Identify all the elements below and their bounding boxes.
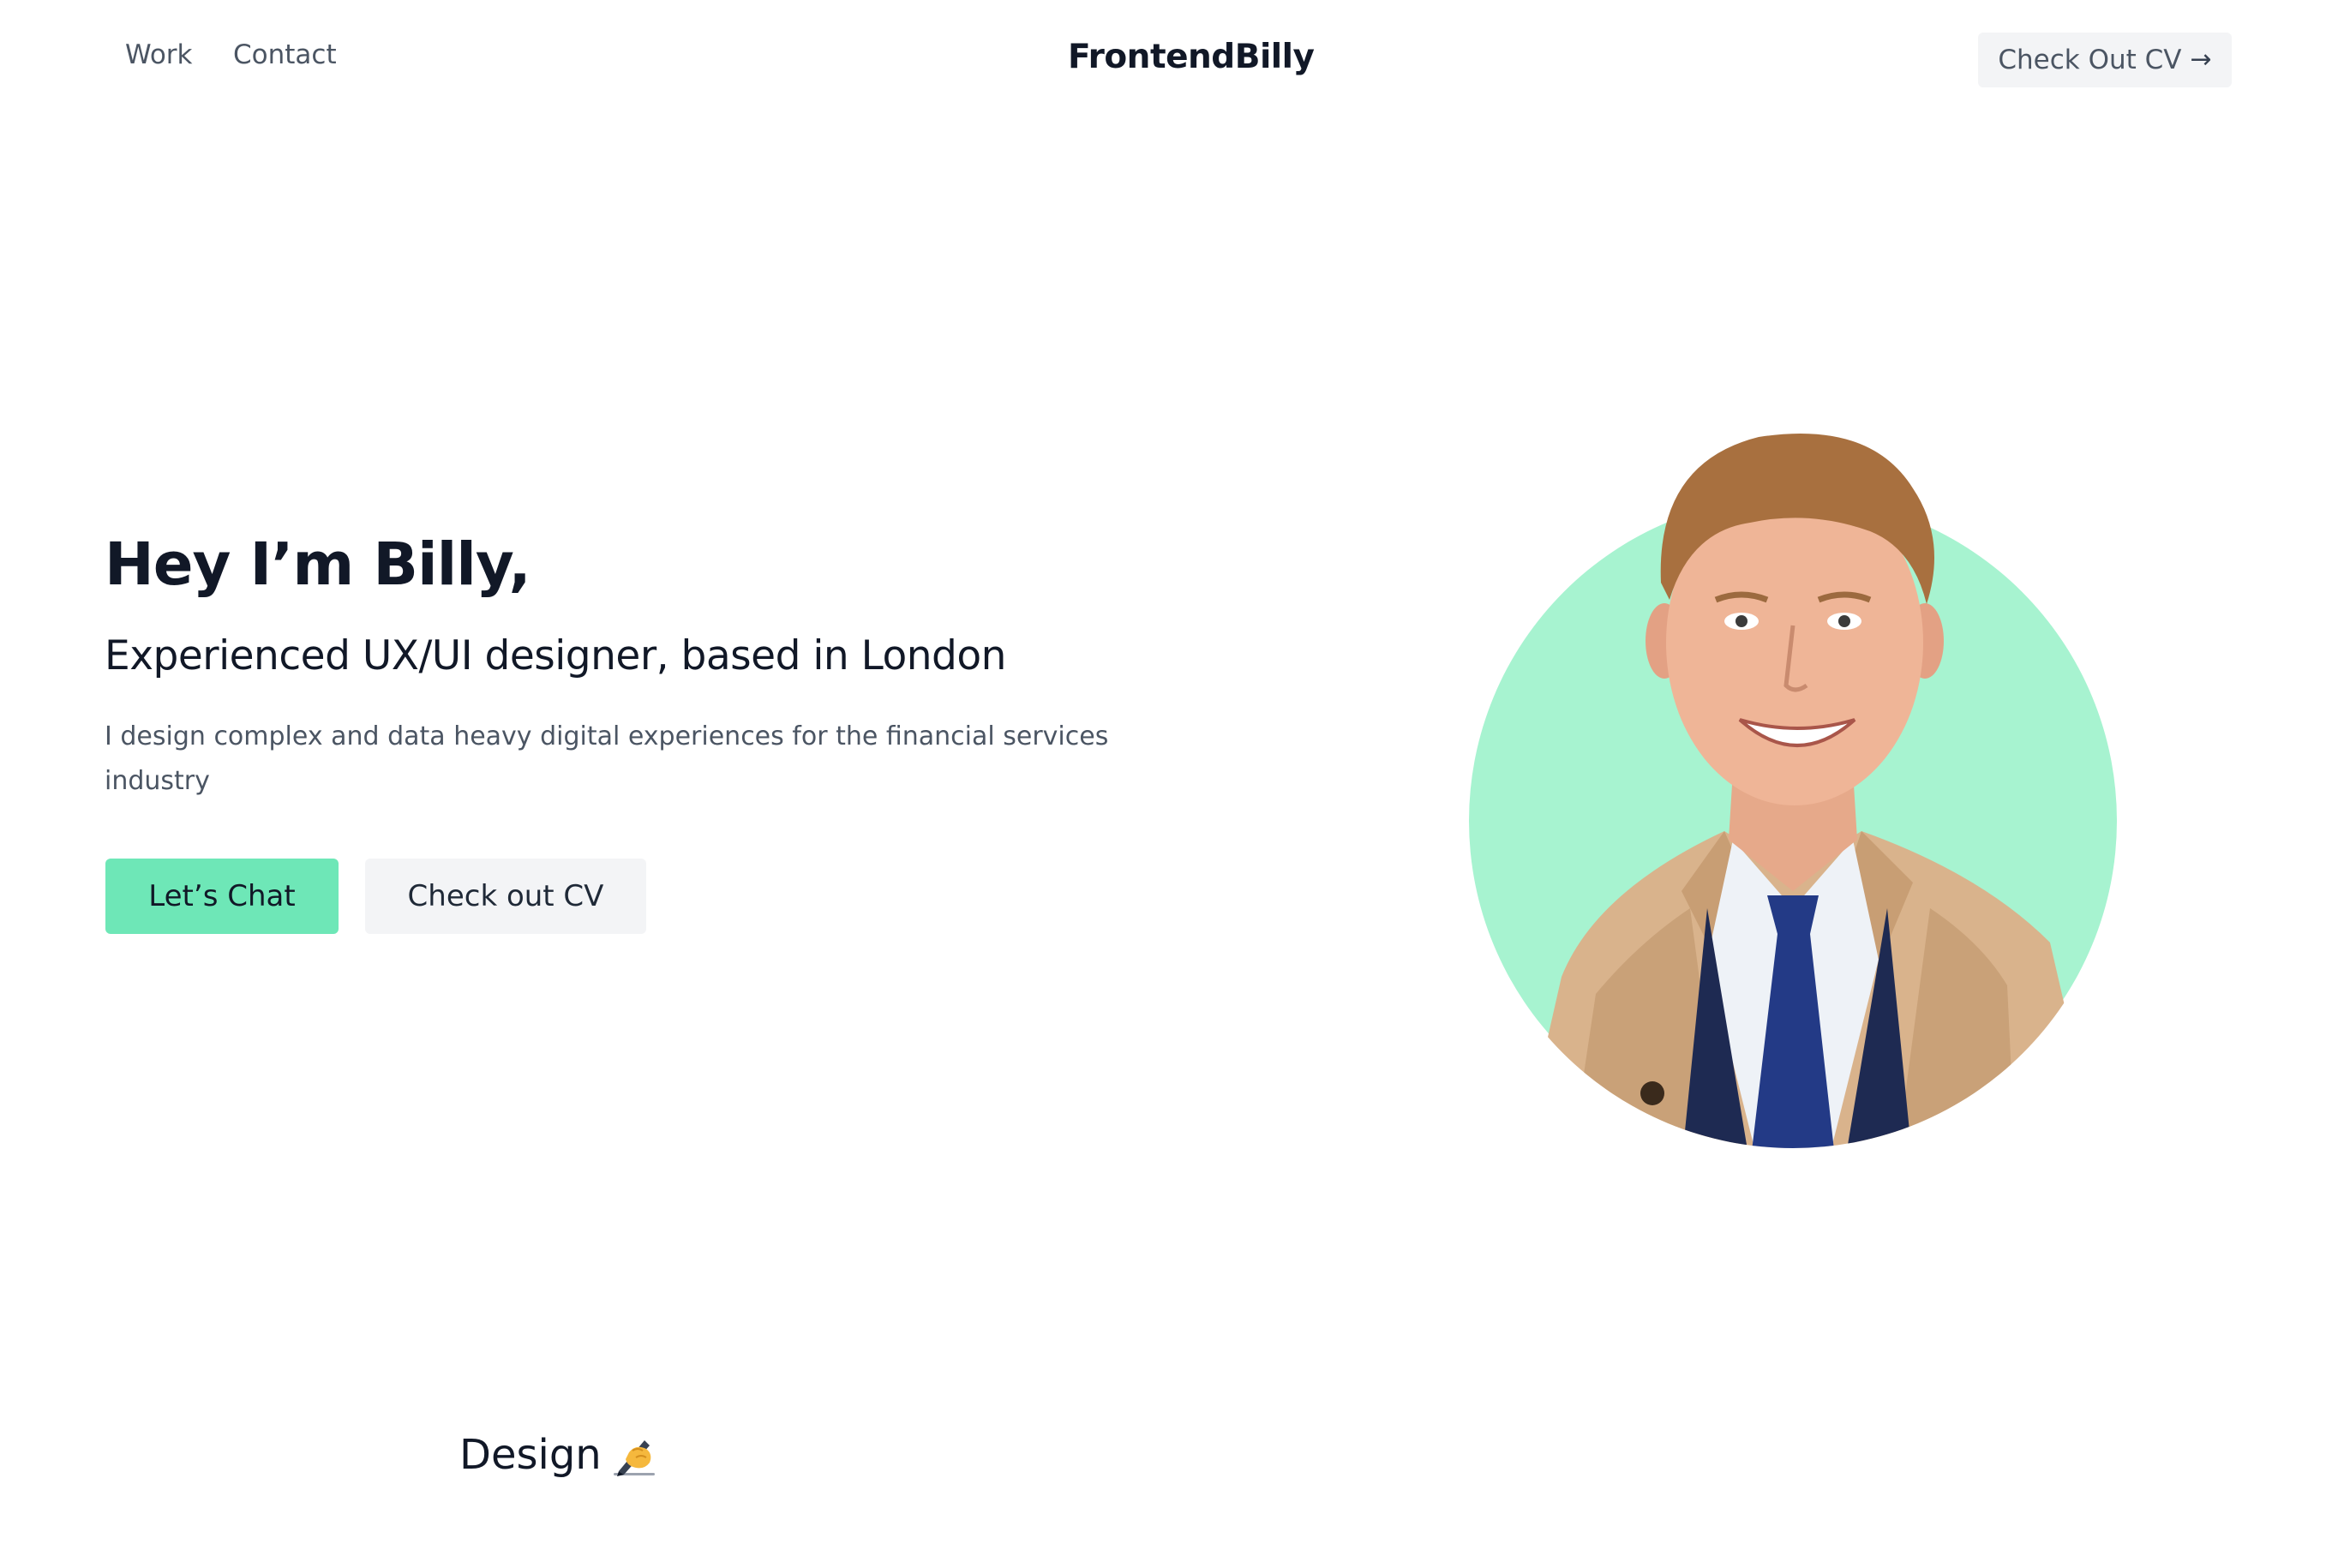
writing-hand-icon [613, 1439, 655, 1476]
check-out-cv-nav-label: Check Out CV [1998, 45, 2182, 75]
hero-subtitle: Experienced UX/UI designer, based in Lon… [105, 632, 1006, 679]
arrow-right-icon: → [2190, 45, 2212, 75]
check-out-cv-nav-button[interactable]: Check Out CV → [1978, 33, 2232, 87]
hero-description: I design complex and data heavy digital … [105, 721, 1109, 796]
design-section-heading: Design [459, 1431, 658, 1481]
nav-link-contact[interactable]: Contact [233, 39, 337, 70]
check-out-cv-button[interactable]: Check out CV [365, 859, 646, 934]
nav-link-work[interactable]: Work [125, 39, 193, 70]
page: Work Contact FrontendBilly Check Out CV … [0, 0, 2338, 1568]
lets-chat-button[interactable]: Let’s Chat [105, 859, 339, 934]
hero-title: Hey I’m Billy, [105, 530, 531, 599]
design-section-title: Design [459, 1431, 602, 1479]
brand-logo[interactable]: FrontendBilly [1068, 38, 1315, 76]
portrait-photo [1469, 434, 2117, 1148]
